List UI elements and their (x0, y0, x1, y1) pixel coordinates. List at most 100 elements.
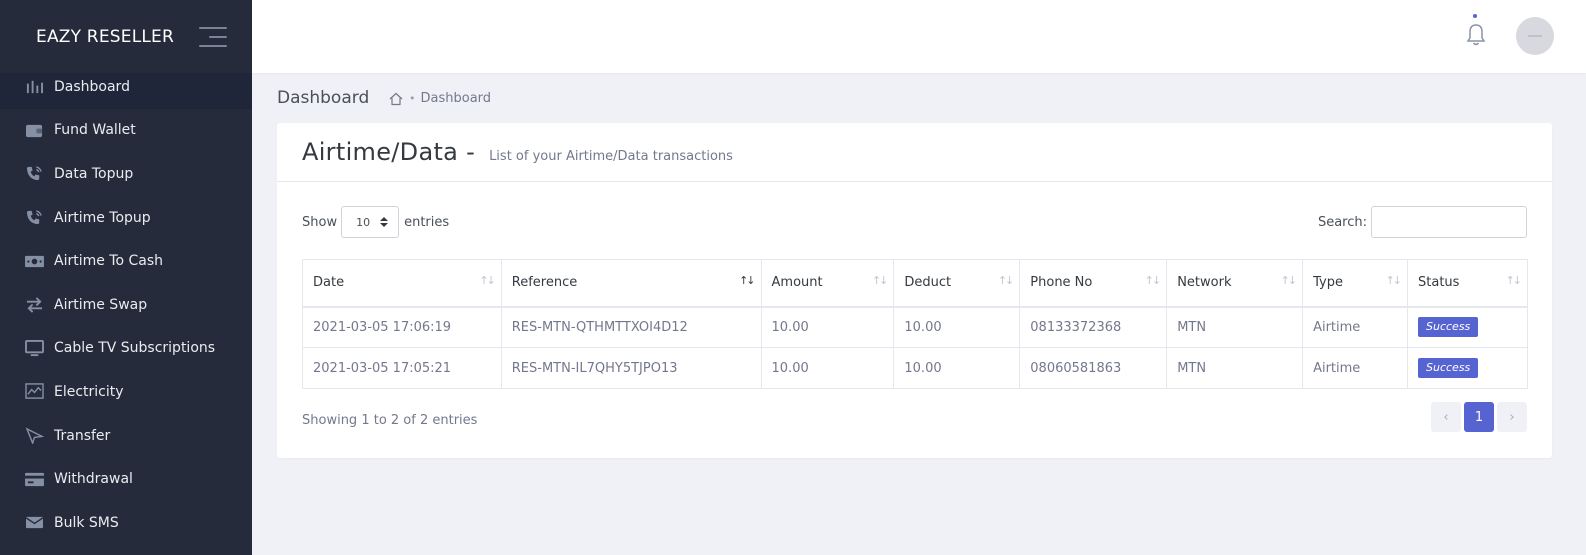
sort-icon: ↑↓ (739, 274, 756, 287)
cell-type: Airtime (1302, 347, 1408, 389)
column-header-status[interactable]: Status ↑↓ (1407, 259, 1528, 308)
entries-label: entries (404, 214, 450, 230)
card-subtitle: List of your Airtime/Data transactions (489, 148, 733, 164)
status-badge: Success (1418, 317, 1479, 338)
column-label: Type (1313, 275, 1343, 291)
tv-icon (24, 339, 44, 357)
cell-date: 2021-03-05 17:06:19 (302, 306, 502, 348)
cell-network: MTN (1166, 347, 1304, 389)
cell-amount: 10.00 (760, 347, 895, 389)
sidebar-item-bulk-sms[interactable]: Bulk SMS (0, 501, 252, 545)
transactions-card: Airtime/Data - List of your Airtime/Data… (277, 123, 1552, 458)
pagination: ‹ 1 › (1428, 402, 1527, 432)
sidebar-item-transfer[interactable]: Transfer (0, 414, 252, 458)
column-header-date[interactable]: Date ↑↓ (302, 259, 502, 308)
sidebar-item-label: Airtime To Cash (54, 253, 164, 270)
cell-network: MTN (1166, 306, 1304, 348)
sidebar-item-label: Airtime Topup (54, 209, 151, 226)
cell-reference: RES-MTN-IL7QHY5TJPO13 (500, 347, 762, 389)
home-icon[interactable] (389, 92, 403, 106)
card-title: Airtime/Data - (302, 138, 476, 166)
next-page-button[interactable]: › (1497, 402, 1527, 432)
cell-reference: RES-MTN-QTHMTTXOI4D12 (500, 306, 762, 348)
cell-deduct: 10.00 (893, 306, 1021, 348)
cell-amount: 10.00 (760, 306, 895, 348)
money-icon (24, 252, 44, 270)
sort-icon: ↑↓ (1385, 274, 1403, 287)
column-header-phone-no[interactable]: Phone No ↑↓ (1019, 259, 1168, 308)
sidebar-item-label: Electricity (54, 383, 124, 400)
cell-phone: 08060581863 (1019, 347, 1168, 389)
cell-deduct: 10.00 (893, 347, 1021, 389)
sidebar-item-electricity[interactable]: Electricity (0, 370, 252, 414)
table-controls: Show 10 entries Search: (302, 206, 1527, 238)
column-label: Phone No (1030, 275, 1093, 291)
page-length-select[interactable]: 10 (341, 206, 400, 238)
cell-status: Success (1407, 306, 1528, 348)
phone-call-icon (24, 165, 44, 183)
show-label: Show (302, 214, 338, 230)
column-label: Date (313, 275, 345, 291)
send-icon (24, 427, 44, 445)
sidebar-item-airtime-to-cash[interactable]: Airtime To Cash (0, 239, 252, 283)
breadcrumb-dashboard[interactable]: Dashboard (421, 91, 492, 106)
column-header-type[interactable]: Type ↑↓ (1302, 259, 1408, 308)
card-header: Airtime/Data - List of your Airtime/Data… (277, 123, 1552, 182)
sidebar-item-data-topup[interactable]: Data Topup (0, 152, 252, 196)
page-length-control: Show 10 entries (302, 206, 449, 238)
column-header-reference[interactable]: Reference ↑↓ (500, 259, 762, 308)
breadcrumb: • Dashboard (389, 91, 491, 106)
sidebar-item-fund-wallet[interactable]: Fund Wallet (0, 109, 252, 153)
sidebar-item-label: Transfer (54, 427, 111, 444)
sidebar-item-label: Data Topup (54, 165, 134, 182)
phone-call-icon (24, 209, 44, 227)
page-length-value: 10 (356, 215, 371, 229)
table-info: Showing 1 to 2 of 2 entries (302, 413, 478, 428)
column-label: Network (1177, 275, 1232, 291)
column-label: Amount (771, 275, 823, 291)
avatar[interactable] (1516, 17, 1554, 55)
sort-icon: ↑↓ (479, 274, 496, 287)
page-button-1[interactable]: 1 (1464, 402, 1494, 432)
sort-icon: ↑↓ (997, 274, 1015, 287)
swap-icon (24, 296, 44, 314)
sort-updown-icon (380, 217, 389, 227)
brand: EAZY RESELLER (0, 0, 252, 73)
table-header-row: Date ↑↓ Reference ↑↓ Amount ↑↓ Deduct ↑↓ Pho… (302, 259, 1528, 308)
sidebar-item-withdrawal[interactable]: Withdrawal (0, 457, 252, 501)
sort-icon: ↑↓ (1505, 274, 1523, 287)
sidebar-item-label: Airtime Swap (54, 296, 148, 313)
cell-status: Success (1407, 347, 1528, 389)
sidebar-item-cable-tv[interactable]: Cable TV Subscriptions (0, 327, 252, 371)
column-header-network[interactable]: Network ↑↓ (1166, 259, 1304, 308)
sidebar-item-label: Dashboard (54, 78, 130, 95)
menu-toggle-icon[interactable] (199, 26, 227, 47)
topbar (252, 0, 1586, 73)
previous-page-button[interactable]: ‹ (1431, 402, 1461, 432)
status-badge: Success (1418, 358, 1479, 378)
search-input[interactable] (1371, 206, 1527, 238)
column-label: Reference (511, 275, 578, 291)
sidebar-item-airtime-topup[interactable]: Airtime Topup (0, 196, 252, 240)
mail-icon (24, 514, 44, 532)
sort-icon: ↑↓ (1144, 274, 1162, 287)
page-title: Dashboard (277, 88, 370, 108)
chart-icon (24, 383, 44, 401)
brand-name: EAZY RESELLER (36, 26, 174, 47)
sidebar-item-airtime-swap[interactable]: Airtime Swap (0, 283, 252, 327)
column-header-deduct[interactable]: Deduct ↑↓ (893, 259, 1021, 308)
sidebar-item-dashboard[interactable]: Dashboard (0, 73, 252, 109)
bell-icon[interactable] (1465, 22, 1487, 48)
sidebar-item-label: Fund Wallet (54, 122, 136, 139)
dashboard-icon (24, 78, 44, 96)
card-icon (24, 470, 44, 488)
cell-phone: 08133372368 (1019, 306, 1168, 348)
sort-icon: ↑↓ (1280, 274, 1298, 287)
cell-date: 2021-03-05 17:05:21 (302, 347, 502, 389)
column-label: Status (1418, 275, 1460, 291)
sort-icon: ↑↓ (871, 274, 889, 287)
wallet-icon (24, 121, 44, 139)
table-row: 2021-03-05 17:06:19 RES-MTN-QTHMTTXOI4D1… (302, 306, 1528, 348)
sidebar: EAZY RESELLER Dashboard Fund Wallet Data… (0, 0, 252, 555)
column-header-amount[interactable]: Amount ↑↓ (760, 259, 895, 308)
